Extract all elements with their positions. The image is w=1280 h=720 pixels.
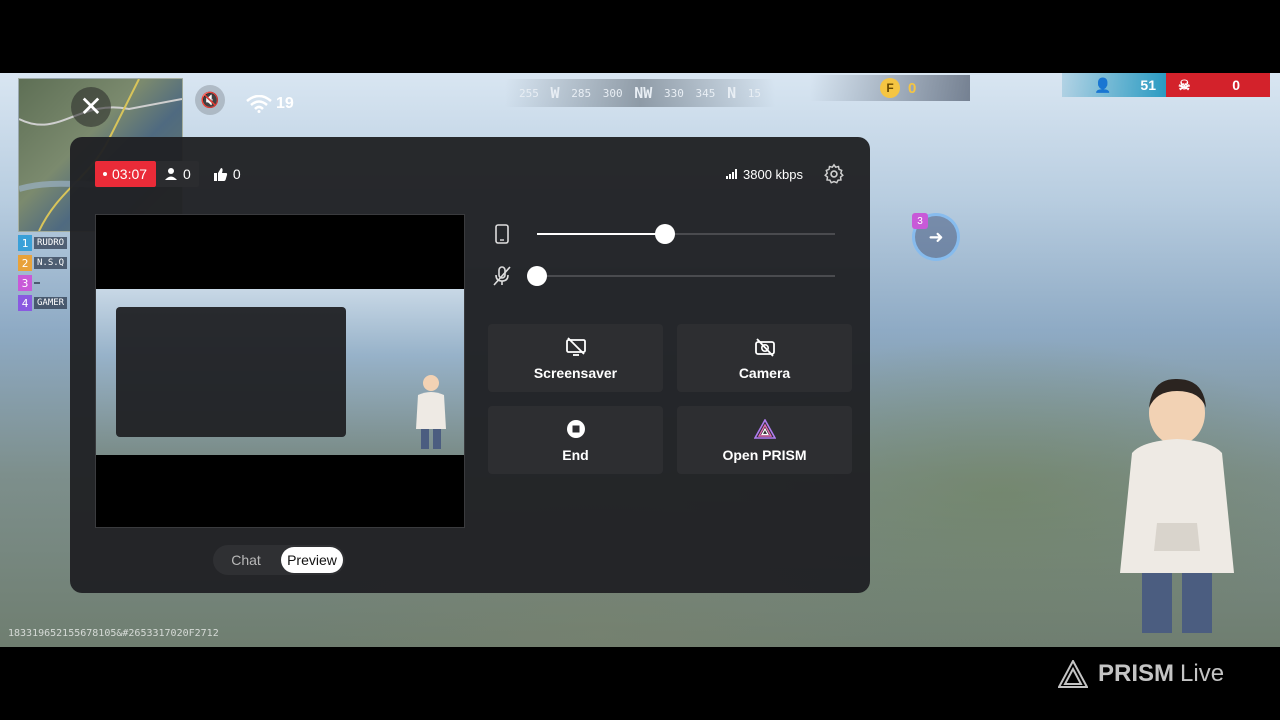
compass-mark: 285 [571, 86, 592, 100]
camera-off-icon [753, 335, 777, 359]
slider-knob[interactable] [527, 266, 547, 286]
prism-logo-icon [753, 417, 777, 441]
squad-member: 4 GAMER [18, 293, 78, 313]
viewer-value: 0 [183, 166, 191, 182]
prism-watermark-icon [1058, 660, 1088, 688]
live-control-panel: 03:07 0 0 3800 kbps Screensaver Camera E… [70, 137, 870, 593]
prism-live-watermark: PRISM Live [1058, 660, 1224, 688]
compass-bar: 255 W 285 300 NW 330 345 N 15 [505, 79, 775, 107]
squad-member: 1 RUDRO [18, 233, 78, 253]
slider-knob[interactable] [655, 224, 676, 244]
view-toggle: Chat Preview [213, 545, 345, 575]
gear-icon [824, 163, 844, 184]
network-status: 19 [246, 95, 294, 113]
action-grid: Screensaver Camera End Open PRISM [488, 324, 852, 474]
screensaver-label: Screensaver [533, 365, 618, 381]
bitrate-indicator: 3800 kbps [726, 167, 803, 182]
compass-mark: W [550, 84, 560, 102]
compass-mark: 300 [602, 86, 623, 100]
like-value: 0 [232, 166, 241, 182]
screensaver-off-icon [564, 335, 588, 359]
compass-mark: 15 [747, 86, 761, 100]
coin-value: 0 [908, 79, 917, 97]
skull-icon: ☠ [1178, 76, 1191, 93]
tab-chat[interactable]: Chat [215, 547, 277, 573]
mic-off-icon [490, 264, 514, 288]
watermark-suffix: Live [1180, 660, 1225, 687]
squad-number: 4 [18, 295, 32, 311]
live-timer-badge: 03:07 [95, 161, 157, 187]
preview-avatar [416, 375, 446, 449]
player-icon: 👤 [1094, 76, 1112, 93]
pointer-icon: ➜ [928, 226, 944, 247]
screensaver-button[interactable]: Screensaver [488, 324, 663, 392]
compass-mark: N [727, 84, 737, 102]
coin-icon: F [880, 78, 900, 98]
squad-number: 3 [18, 275, 32, 291]
camera-label: Camera [738, 365, 791, 381]
close-button[interactable]: ✕ [71, 87, 111, 127]
squad-name: RUDRO [34, 237, 68, 249]
camera-button[interactable]: Camera [677, 324, 852, 392]
phone-icon [490, 222, 514, 246]
like-count: 0 [213, 166, 241, 182]
streamer-avatar [1120, 378, 1234, 633]
open-prism-label: Open PRISM [722, 447, 807, 463]
stream-preview [95, 214, 465, 528]
stop-icon [564, 417, 588, 441]
tab-preview[interactable]: Preview [281, 547, 343, 573]
preview-frame [96, 289, 464, 455]
squad-member: 2 N.S.Q [18, 253, 78, 273]
alive-value: 51 [1140, 77, 1156, 93]
watermark-brand: PRISM [1098, 660, 1175, 687]
coordinate-code: 183319652155678105&#2653317020F2712 [8, 628, 219, 639]
live-dot-icon [103, 172, 107, 176]
squad-name: N.S.Q [34, 257, 68, 269]
squad-name: GAMER [34, 297, 68, 309]
speaker-mute-icon[interactable]: 🔇 [195, 85, 225, 115]
wifi-icon [246, 95, 272, 113]
preview-panel-mirror [116, 307, 346, 437]
squad-member: 3 [18, 273, 78, 293]
signal-icon [726, 169, 737, 179]
slider-track [537, 275, 835, 277]
compass-mark: NW [634, 84, 653, 102]
settings-button[interactable] [823, 163, 845, 185]
kill-value: 0 [1232, 77, 1240, 93]
kill-counter: ☠ 0 [1166, 73, 1270, 97]
viewer-count: 0 [156, 161, 199, 187]
mic-volume-slider[interactable] [490, 261, 835, 291]
video-volume-slider[interactable] [490, 219, 835, 249]
squad-number: 1 [18, 235, 32, 251]
viewer-icon [165, 168, 178, 180]
coin-counter: F 0 [810, 75, 970, 101]
compass-mark: 255 [519, 86, 539, 100]
live-time: 03:07 [112, 166, 148, 182]
squad-number: 2 [18, 255, 32, 271]
stream-status-bar: 03:07 0 0 3800 kbps [95, 161, 845, 187]
thumbs-up-icon [213, 167, 227, 181]
squad-list: 1 RUDRO 2 N.S.Q 3 4 GAMER [18, 233, 78, 313]
bitrate-value: 3800 kbps [743, 166, 803, 182]
squad-name [34, 282, 40, 284]
alive-counter: 👤 51 [1062, 73, 1166, 97]
end-stream-button[interactable]: End [488, 406, 663, 474]
slider-fill [537, 233, 666, 235]
ping-value: 19 [276, 95, 294, 112]
close-icon: ✕ [79, 91, 103, 122]
open-prism-button[interactable]: Open PRISM [677, 406, 852, 474]
marker-number: 3 [912, 213, 928, 229]
compass-mark: 345 [695, 86, 716, 100]
compass-mark: 330 [664, 86, 684, 100]
end-label: End [562, 447, 589, 463]
